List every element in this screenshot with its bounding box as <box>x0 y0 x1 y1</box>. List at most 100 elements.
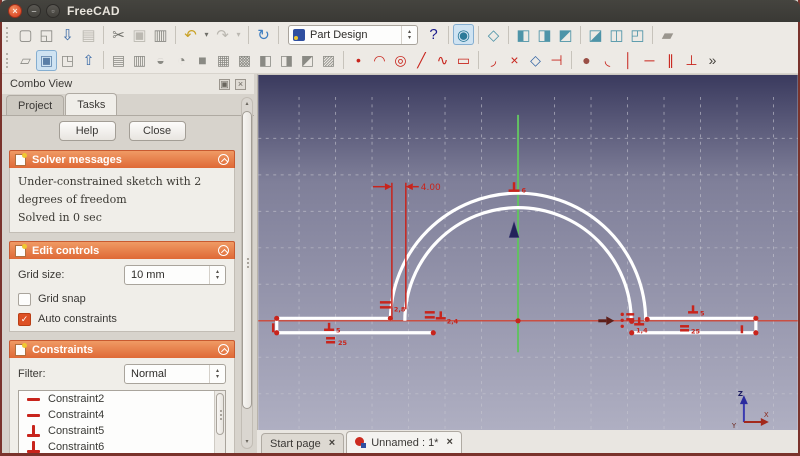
toolbar-grip[interactable] <box>6 27 12 42</box>
sketch-circle-icon[interactable]: ◎ <box>390 50 411 71</box>
dock-close-icon[interactable]: × <box>235 78 246 90</box>
copy-icon[interactable]: ▣ <box>129 24 150 45</box>
sketch-point-icon[interactable]: • <box>348 50 369 71</box>
collapse-icon[interactable] <box>218 344 229 356</box>
constraint-perpendicular-icon[interactable]: ⊥ <box>681 50 702 71</box>
undo-icon[interactable]: ↶ <box>180 24 201 45</box>
constraint-item[interactable]: Constraint2 <box>19 391 225 407</box>
whats-this-icon[interactable]: ? <box>423 24 444 45</box>
open-file-icon[interactable]: ◱ <box>36 24 57 45</box>
mirrored-icon[interactable]: ◧ <box>255 50 276 71</box>
new-file-icon[interactable]: ▢ <box>15 24 36 45</box>
measure-icon[interactable]: ▰ <box>657 24 678 45</box>
constraint-coincident-icon[interactable]: ● <box>576 50 597 71</box>
spin-down-icon[interactable]: ▾ <box>216 275 219 281</box>
grid-snap-checkbox[interactable] <box>18 292 31 306</box>
pocket-icon[interactable]: ▥ <box>129 50 150 71</box>
save-file-icon[interactable]: ⇩ <box>57 24 78 45</box>
constraint-point-on-object-icon[interactable]: ◟ <box>597 50 618 71</box>
scroll-up-icon[interactable]: ▴ <box>242 100 252 108</box>
close-button[interactable]: Close <box>128 121 186 141</box>
constraint-item[interactable]: Constraint6 <box>19 439 225 453</box>
undo-dropdown-icon[interactable]: ▾ <box>201 24 212 45</box>
scrollbar-thumb[interactable] <box>216 393 224 436</box>
scroll-down-icon[interactable]: ▾ <box>242 438 252 446</box>
carbon-copy-icon[interactable]: ⊣ <box>546 50 567 71</box>
auto-constraints-checkbox[interactable]: ✓ <box>18 312 31 326</box>
revolution-icon[interactable]: ◒ <box>150 50 171 71</box>
grid-size-spinbox[interactable]: 10 mm ▴ ▾ <box>124 265 226 286</box>
right-view-icon[interactable]: ◩ <box>555 24 576 45</box>
workbench-selector[interactable]: Part Design ▴ ▾ <box>288 24 418 45</box>
rear-view-icon[interactable]: ◪ <box>585 24 606 45</box>
leave-sketch-icon[interactable]: ⇧ <box>78 50 99 71</box>
constraints-header[interactable]: Constraints <box>9 340 235 359</box>
sketch-arc-icon[interactable]: ◠ <box>369 50 390 71</box>
constraint-parallel-icon[interactable]: ∥ <box>660 50 681 71</box>
refresh-icon[interactable]: ↻ <box>253 24 274 45</box>
cut-icon[interactable]: ✂ <box>108 24 129 45</box>
sketch-polyline-icon[interactable]: ∿ <box>432 50 453 71</box>
left-view-icon[interactable]: ◰ <box>627 24 648 45</box>
sketch-point[interactable] <box>274 330 280 336</box>
dock-float-icon[interactable]: ▣ <box>219 78 230 90</box>
tab-close-icon[interactable]: × <box>329 438 335 449</box>
thickness-icon[interactable]: ▩ <box>234 50 255 71</box>
sketch-point[interactable] <box>753 330 759 336</box>
redo-icon[interactable]: ↷ <box>212 24 233 45</box>
sketch-point[interactable] <box>274 315 280 321</box>
constraint-item[interactable]: Constraint4 <box>19 407 225 423</box>
fit-all-icon[interactable]: ◉ <box>453 24 474 45</box>
panel-scrollbar[interactable]: ▴ ▾ <box>241 97 253 449</box>
map-sketch-icon[interactable]: ◳ <box>57 50 78 71</box>
sketch-point[interactable] <box>644 316 650 322</box>
linear-pattern-icon[interactable]: ◨ <box>276 50 297 71</box>
print-icon[interactable]: ▤ <box>78 24 99 45</box>
axonometric-view-icon[interactable]: ◇ <box>483 24 504 45</box>
tab-start-page[interactable]: Start page × <box>261 433 345 453</box>
sketch-point[interactable] <box>753 315 759 321</box>
collapse-icon[interactable] <box>218 154 229 165</box>
edit-controls-header[interactable]: Edit controls <box>9 241 235 260</box>
multi-transform-icon[interactable]: ▨ <box>318 50 339 71</box>
toolbar-overflow-icon[interactable]: » <box>702 50 723 71</box>
top-view-icon[interactable]: ◨ <box>534 24 555 45</box>
sketch-point[interactable] <box>430 330 436 336</box>
constraint-list-scrollbar[interactable]: ▾ <box>214 391 225 453</box>
window-close-icon[interactable]: × <box>8 4 22 18</box>
groove-icon[interactable]: ◔ <box>171 50 192 71</box>
redo-dropdown-icon[interactable]: ▾ <box>233 24 244 45</box>
sketch-line-icon[interactable]: ╱ <box>411 50 432 71</box>
spin-down-icon[interactable]: ▾ <box>408 35 411 41</box>
spin-arrows[interactable]: ▴ ▾ <box>209 365 225 384</box>
pad-icon[interactable]: ▤ <box>108 50 129 71</box>
create-sketch-icon[interactable]: ▱ <box>15 50 36 71</box>
3d-viewport[interactable]: 4.00 6 2,8 2,4 5 25 1,4 5 25 Z Y X <box>257 74 798 430</box>
external-geometry-icon[interactable]: ◇ <box>525 50 546 71</box>
filter-combobox[interactable]: Normal ▴ ▾ <box>124 364 226 385</box>
window-maximize-icon[interactable]: ▫ <box>46 4 60 18</box>
window-minimize-icon[interactable]: – <box>27 4 41 18</box>
spin-down-icon[interactable]: ▾ <box>216 374 219 380</box>
help-button[interactable]: Help <box>58 121 116 141</box>
boolean-icon[interactable]: ▦ <box>213 50 234 71</box>
tab-project[interactable]: Project <box>6 95 65 115</box>
tab-tasks[interactable]: Tasks <box>65 93 118 115</box>
sketch-trim-icon[interactable]: × <box>504 50 525 71</box>
combo-arrows-icon[interactable]: ▴ ▾ <box>401 25 417 44</box>
sketch-point[interactable] <box>515 318 521 324</box>
front-view-icon[interactable]: ◧ <box>513 24 534 45</box>
primitive-box-icon[interactable]: ■ <box>192 50 213 71</box>
bottom-view-icon[interactable]: ◫ <box>606 24 627 45</box>
constraint-item[interactable]: Constraint5 <box>19 423 225 439</box>
sketch-fillet-icon[interactable]: ◞ <box>483 50 504 71</box>
constraint-horizontal-icon[interactable]: ─ <box>639 50 660 71</box>
edit-sketch-icon[interactable]: ▣ <box>36 49 57 71</box>
sketch-rectangle-icon[interactable]: ▭ <box>453 50 474 71</box>
paste-icon[interactable]: ▥ <box>150 24 171 45</box>
sketch-point[interactable] <box>629 330 635 336</box>
toolbar-grip[interactable] <box>6 52 12 68</box>
solver-messages-header[interactable]: Solver messages <box>9 150 235 168</box>
tab-close-icon[interactable]: × <box>446 437 452 448</box>
collapse-icon[interactable] <box>218 245 229 257</box>
